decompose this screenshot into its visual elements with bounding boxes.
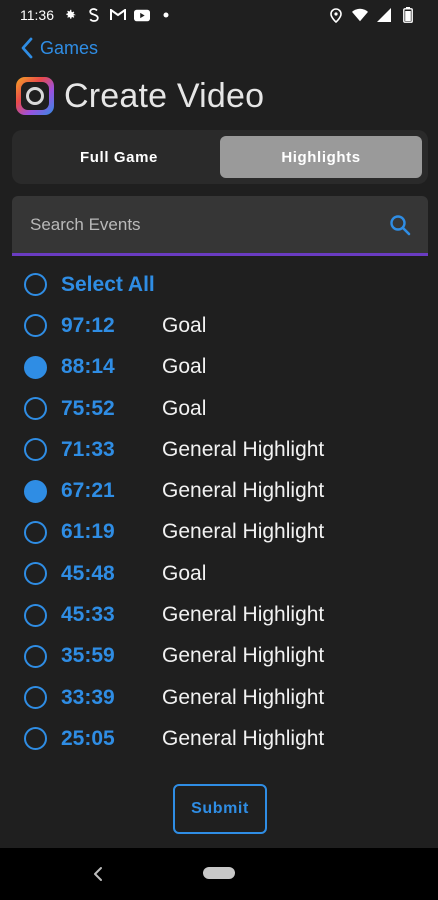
event-row[interactable]: 97:12 Goal [24, 305, 424, 346]
event-time: 33:39 [61, 685, 115, 709]
event-radio[interactable] [24, 686, 47, 710]
event-radio[interactable] [24, 438, 47, 462]
location-icon [328, 7, 344, 23]
wifi-icon [352, 7, 368, 23]
event-time: 35:59 [61, 644, 115, 668]
event-type: General Highlight [162, 685, 325, 709]
battery-icon [400, 7, 416, 23]
event-row[interactable]: 33:39 General Highlight [24, 677, 424, 718]
event-time: 88:14 [61, 355, 115, 379]
tab-full-game[interactable]: Full Game [18, 136, 220, 178]
status-bar: 11:36 [0, 0, 438, 30]
event-radio[interactable] [24, 355, 47, 379]
event-time: 67:21 [61, 479, 115, 503]
select-all-label: Select All [61, 272, 155, 296]
system-back-icon[interactable] [90, 864, 106, 884]
event-type: General Highlight [162, 726, 325, 750]
mode-tabs: Full Game Highlights [12, 130, 428, 184]
event-row[interactable]: 71:33 General Highlight [24, 429, 424, 470]
event-radio[interactable] [24, 562, 47, 586]
event-type: General Highlight [162, 479, 325, 503]
back-label: Games [40, 37, 99, 58]
event-time: 45:33 [61, 603, 115, 627]
event-type: Goal [162, 313, 207, 337]
event-radio[interactable] [24, 520, 47, 544]
back-button[interactable]: Games [20, 34, 98, 62]
search-input[interactable] [30, 214, 388, 235]
header: Create Video [16, 74, 264, 118]
event-type: General Highlight [162, 437, 325, 461]
event-time: 75:52 [61, 396, 115, 420]
event-row[interactable]: 25:05 General Highlight [24, 718, 424, 759]
select-all-row[interactable]: Select All [24, 264, 424, 305]
app-logo-icon [16, 77, 54, 115]
event-row[interactable]: 88:14 Goal [24, 347, 424, 388]
event-time: 25:05 [61, 726, 115, 750]
signal-icon [376, 7, 392, 23]
tab-highlights[interactable]: Highlights [220, 136, 422, 178]
event-radio[interactable] [24, 479, 47, 503]
event-row[interactable]: 67:21 General Highlight [24, 470, 424, 511]
event-row[interactable]: 45:33 General Highlight [24, 594, 424, 635]
system-nav-bar [0, 848, 438, 900]
event-row[interactable]: 61:19 General Highlight [24, 512, 424, 553]
status-time: 11:36 [20, 7, 54, 23]
status-right [328, 7, 416, 23]
event-row[interactable]: 35:59 General Highlight [24, 636, 424, 677]
event-time: 45:48 [61, 561, 115, 585]
system-home-pill[interactable] [203, 867, 235, 879]
s-app-icon [86, 7, 102, 23]
event-radio[interactable] [24, 603, 47, 627]
gear-icon [62, 7, 78, 23]
event-time: 97:12 [61, 313, 115, 337]
event-type: General Highlight [162, 603, 325, 627]
event-radio[interactable] [24, 727, 47, 751]
submit-button[interactable]: Submit [173, 784, 267, 834]
event-type: General Highlight [162, 644, 325, 668]
event-time: 71:33 [61, 437, 115, 461]
dot-icon [158, 7, 174, 23]
chevron-left-icon [20, 37, 34, 59]
event-type: Goal [162, 396, 207, 420]
search-bar [12, 196, 428, 256]
event-type: General Highlight [162, 520, 325, 544]
gmail-icon [110, 7, 126, 23]
event-row[interactable]: 45:48 Goal [24, 553, 424, 594]
event-radio[interactable] [24, 314, 47, 338]
event-row[interactable]: 75:52 Goal [24, 388, 424, 429]
event-type: Goal [162, 561, 207, 585]
event-time: 61:19 [61, 520, 115, 544]
event-type: Goal [162, 355, 207, 379]
event-radio[interactable] [24, 397, 47, 421]
search-icon[interactable] [388, 213, 412, 237]
youtube-icon [134, 7, 150, 23]
select-all-radio[interactable] [24, 273, 47, 297]
page-title: Create Video [64, 76, 265, 115]
event-radio[interactable] [24, 644, 47, 668]
status-left: 11:36 [20, 7, 174, 23]
event-list: Select All 97:12 Goal 88:14 Goal 75:52 Goal 71… [24, 264, 424, 760]
